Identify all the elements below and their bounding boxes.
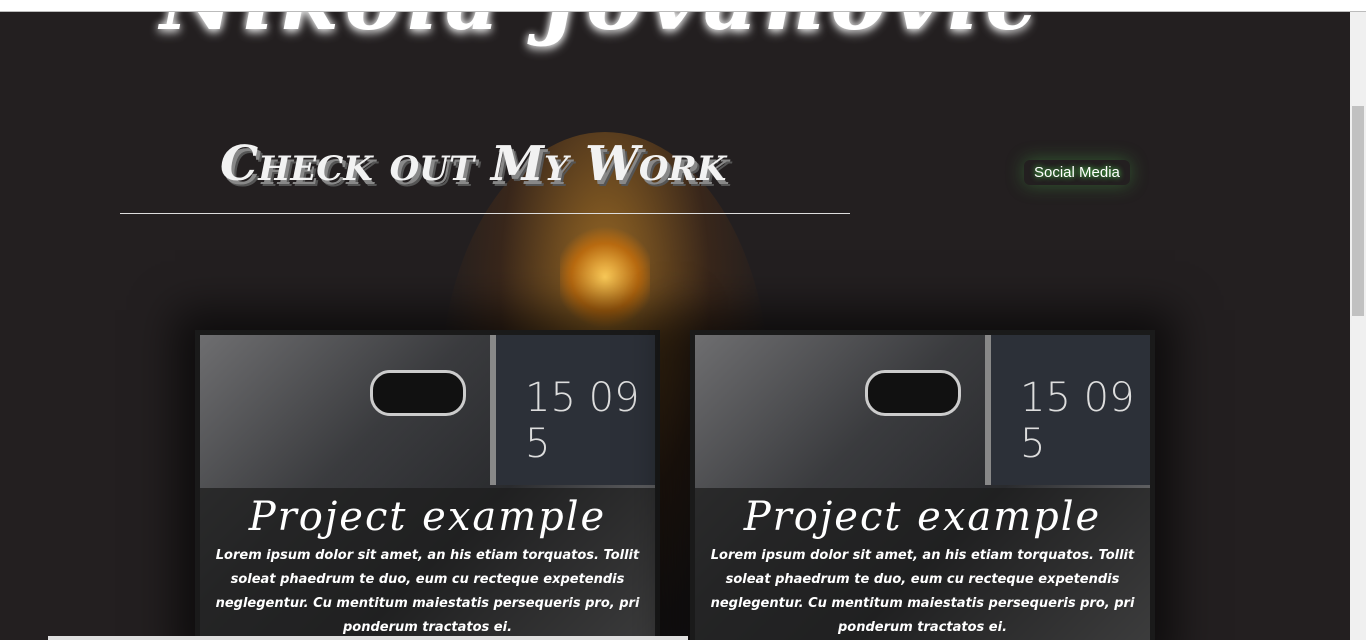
project-description: Lorem ipsum dolor sit amet, an his etiam… — [710, 548, 1135, 635]
project-caption: Project example Lorem ipsum dolor sit am… — [200, 488, 655, 640]
sunglasses-image — [865, 370, 961, 416]
divider — [120, 213, 850, 214]
project-card[interactable]: 15 09 5 Project example Lorem ipsum dolo… — [195, 330, 660, 640]
filament-glow — [560, 227, 650, 327]
social-media-link[interactable]: Social Media — [1024, 160, 1130, 185]
page-content: Nikola Jovanovic Check out My Work Socia… — [0, 12, 1350, 640]
project-title: Project example — [248, 494, 607, 540]
browser-bookmarks-bar — [0, 0, 1366, 12]
vertical-scrollbar[interactable] — [1350, 12, 1366, 640]
clock-text: 15 09 5 — [1020, 375, 1135, 467]
project-description: Lorem ipsum dolor sit amet, an his etiam… — [215, 548, 640, 635]
site-name: Nikola Jovanovic — [160, 12, 1042, 49]
project-title: Project example — [743, 494, 1102, 540]
scrollbar-thumb[interactable] — [1352, 106, 1364, 316]
sunglasses-image — [370, 370, 466, 416]
section-title: Check out My Work — [220, 136, 727, 192]
clock-text: 15 09 5 — [525, 375, 640, 467]
project-card[interactable]: 15 09 5 Project example Lorem ipsum dolo… — [690, 330, 1155, 640]
project-caption: Project example Lorem ipsum dolor sit am… — [695, 488, 1150, 640]
project-image: 15 09 5 Project example Lorem ipsum dolo… — [695, 335, 1150, 640]
horizontal-bar — [48, 636, 688, 640]
project-image: 15 09 5 Project example Lorem ipsum dolo… — [200, 335, 655, 640]
